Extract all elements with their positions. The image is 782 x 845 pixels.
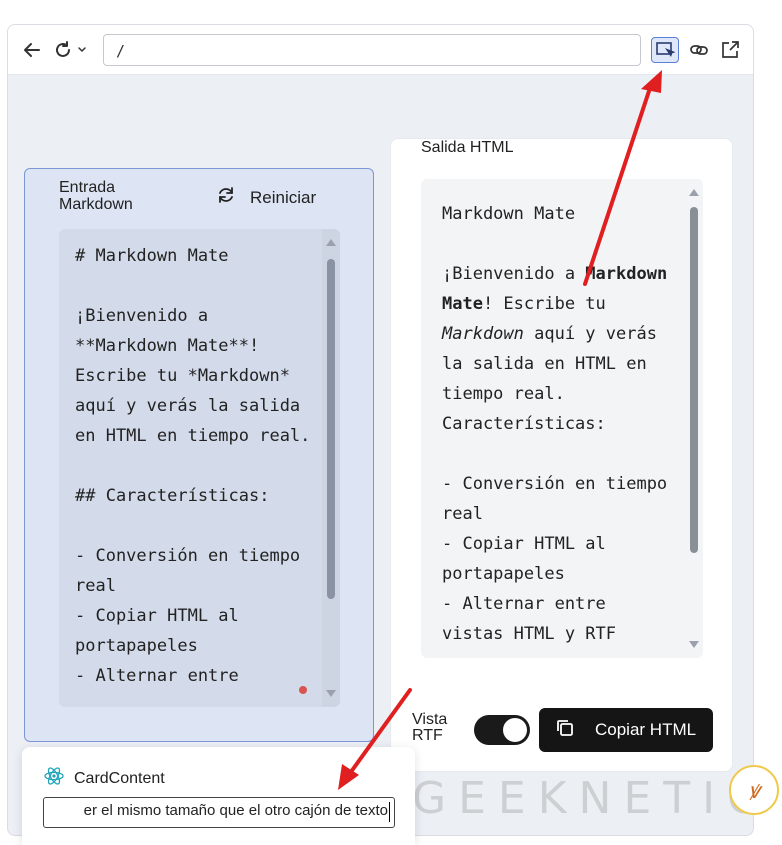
copy-html-label: Copiar HTML bbox=[595, 720, 697, 739]
copy-html-button[interactable]: Copiar HTML bbox=[539, 708, 713, 752]
output-paragraph: ¡Bienvenido a Markdown Mate! Escribe tu … bbox=[442, 259, 672, 409]
markdown-text: # Markdown Mate ¡Bienvenido a **Markdown… bbox=[75, 246, 311, 686]
external-link-icon[interactable] bbox=[718, 36, 742, 64]
markdown-textarea[interactable]: # Markdown Mate ¡Bienvenido a **Markdown… bbox=[59, 229, 340, 707]
output-scrollbar[interactable] bbox=[685, 179, 703, 658]
scrollbar-thumb[interactable] bbox=[690, 207, 698, 553]
scroll-down-icon[interactable] bbox=[689, 641, 699, 648]
card-content-header: CardContent bbox=[44, 766, 165, 791]
output-list-item: vistas HTML y RTF bbox=[442, 624, 616, 644]
reset-label: Reiniciar bbox=[250, 187, 317, 207]
output-section: Características: bbox=[442, 414, 606, 434]
select-element-icon[interactable] bbox=[651, 37, 679, 63]
scroll-up-icon[interactable] bbox=[689, 189, 699, 196]
back-arrow-icon[interactable] bbox=[20, 36, 44, 64]
output-list-item: - Alternar entre bbox=[442, 594, 606, 614]
html-output-title: Salida HTML bbox=[421, 139, 514, 156]
card-content-input[interactable]: er el mismo tamaño que el otro cajón de … bbox=[43, 797, 395, 828]
markdown-scrollbar[interactable] bbox=[322, 229, 340, 707]
html-output-area: Markdown Mate ¡Bienvenido a Markdown Mat… bbox=[421, 179, 703, 658]
intro-italic: Markdown bbox=[442, 324, 524, 344]
reset-button[interactable]: Reiniciar bbox=[216, 185, 316, 210]
intro-text: ! Escribe tu bbox=[482, 294, 606, 314]
output-heading: Markdown Mate bbox=[442, 204, 576, 224]
url-input[interactable]: / bbox=[103, 34, 641, 66]
copy-icon bbox=[555, 718, 575, 743]
reload-icon[interactable] bbox=[53, 36, 93, 64]
html-output-panel: Salida HTML Markdown Mate ¡Bienvenido a … bbox=[390, 138, 733, 772]
refresh-icon bbox=[216, 185, 236, 210]
vista-rtf-label: Vista RTF bbox=[412, 711, 448, 744]
html-output-text: Markdown Mate ¡Bienvenido a Markdown Mat… bbox=[442, 199, 672, 649]
output-list-item: - Conversión en tiempo real bbox=[442, 474, 668, 524]
intro-text: ¡Bienvenido a bbox=[442, 264, 586, 284]
recording-dot bbox=[299, 686, 307, 694]
markdown-input-title: Entrada Markdown bbox=[59, 179, 133, 213]
scroll-down-icon[interactable] bbox=[326, 690, 336, 697]
card-content-popover: CardContent er el mismo tamaño que el ot… bbox=[22, 747, 415, 845]
watermark-text: GEEKNETIC bbox=[412, 773, 770, 824]
toggle-knob bbox=[503, 718, 527, 742]
scroll-up-icon[interactable] bbox=[326, 239, 336, 246]
react-atom-icon bbox=[44, 766, 64, 791]
text-caret bbox=[389, 802, 390, 822]
card-content-label: CardContent bbox=[74, 769, 165, 787]
toolbar: / bbox=[8, 25, 753, 75]
link-icon[interactable] bbox=[687, 36, 711, 64]
card-input-text: er el mismo tamaño que el otro cajón de … bbox=[83, 802, 388, 819]
markdown-input-panel: Entrada Markdown Reiniciar # Markdown Ma… bbox=[24, 168, 374, 742]
scrollbar-thumb[interactable] bbox=[327, 259, 335, 599]
rtf-toggle[interactable] bbox=[474, 715, 530, 745]
output-list-item: - Copiar HTML al portapapeles bbox=[442, 534, 606, 584]
brand-badge-icon: ꝟ bbox=[729, 765, 779, 815]
